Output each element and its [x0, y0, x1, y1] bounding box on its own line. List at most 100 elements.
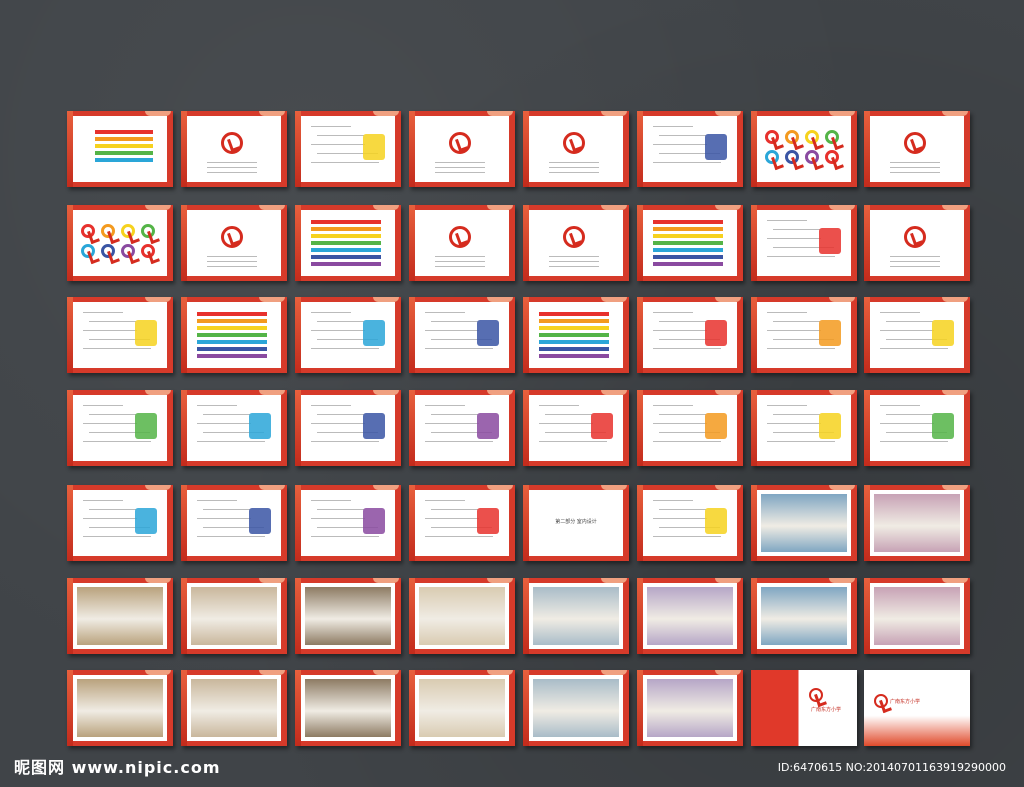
text-line — [549, 266, 599, 267]
sign-graphic — [477, 508, 499, 534]
color-logo-icon — [141, 244, 155, 258]
school-name: 广南东方小学 — [890, 699, 921, 705]
text-line — [653, 330, 707, 331]
color-stripe — [95, 137, 153, 141]
page-content — [415, 490, 509, 556]
brochure-page — [295, 485, 401, 561]
text-line — [880, 441, 948, 442]
color-logo-icon — [825, 130, 839, 144]
interior-photo — [761, 587, 847, 645]
color-stripe — [653, 248, 723, 252]
page-content — [757, 302, 851, 368]
interior-photo — [77, 679, 163, 737]
brochure-page — [864, 205, 970, 281]
brochure-page — [637, 205, 743, 281]
brochure-page — [181, 578, 287, 654]
text-line — [317, 414, 364, 415]
text-line — [880, 405, 920, 406]
text-line — [549, 172, 599, 173]
text-line — [83, 441, 151, 442]
color-logo-icon — [785, 130, 799, 144]
page-content — [301, 116, 395, 182]
color-logo-icon — [825, 150, 839, 164]
interior-photo — [77, 587, 163, 645]
sign-graphic — [135, 413, 157, 439]
school-logo-icon — [221, 226, 243, 248]
brochure-page — [751, 111, 857, 187]
brochure-page — [67, 111, 173, 187]
site-watermark: 昵图网 www.nipic.com — [14, 758, 221, 777]
brochure-page — [637, 390, 743, 466]
brochure-page — [523, 670, 629, 746]
text-line — [197, 423, 251, 424]
text-line — [880, 423, 934, 424]
text-line — [89, 509, 136, 510]
color-logo-icon — [101, 244, 115, 258]
text-line — [207, 167, 257, 168]
sign-graphic — [477, 320, 499, 346]
brochure-page — [409, 670, 515, 746]
page-content — [301, 395, 395, 461]
page-content — [73, 210, 167, 276]
image-id-watermark: ID:6470615 NO:20140701163919290000 — [777, 761, 1006, 774]
text-line — [890, 256, 940, 257]
page-content — [73, 395, 167, 461]
interior-photo — [305, 587, 391, 645]
text-line — [653, 518, 707, 519]
color-stripe — [311, 255, 381, 259]
text-line — [886, 321, 933, 322]
page-content — [757, 116, 851, 182]
color-stripe — [197, 333, 267, 337]
brochure-page — [67, 205, 173, 281]
sign-graphic — [363, 413, 385, 439]
text-line — [431, 321, 478, 322]
text-line — [653, 312, 693, 313]
text-line — [425, 500, 465, 501]
page-content — [415, 583, 509, 649]
page-content — [301, 583, 395, 649]
sign-graphic — [705, 134, 727, 160]
color-stripe — [653, 241, 723, 245]
brochure-page — [67, 670, 173, 746]
text-line — [89, 414, 136, 415]
brochure-page — [181, 485, 287, 561]
color-stripe — [539, 319, 609, 323]
page-content — [529, 583, 623, 649]
text-line — [311, 348, 379, 349]
interior-photo — [305, 679, 391, 737]
interior-photo — [191, 587, 277, 645]
brochure-page — [751, 578, 857, 654]
text-line — [767, 330, 821, 331]
color-logo-icon — [81, 244, 95, 258]
sign-graphic — [363, 320, 385, 346]
school-logo-icon — [809, 688, 823, 702]
brochure-page — [751, 205, 857, 281]
text-line — [197, 500, 237, 501]
page-content — [643, 210, 737, 276]
page-content — [301, 490, 395, 556]
text-line — [773, 229, 820, 230]
text-line — [425, 518, 479, 519]
brochure-page — [751, 390, 857, 466]
text-line — [659, 509, 706, 510]
page-content — [643, 116, 737, 182]
text-line — [425, 312, 465, 313]
text-line — [83, 312, 123, 313]
sign-graphic — [932, 413, 954, 439]
text-line — [890, 266, 940, 267]
color-stripe — [95, 158, 153, 162]
text-line — [207, 266, 257, 267]
page-content — [757, 395, 851, 461]
text-line — [311, 162, 379, 163]
page-content — [870, 583, 964, 649]
text-line — [890, 162, 940, 163]
text-line — [311, 518, 365, 519]
page-content — [415, 395, 509, 461]
page-content — [870, 302, 964, 368]
brochure-page — [181, 111, 287, 187]
brochure-page — [409, 111, 515, 187]
page-content — [73, 302, 167, 368]
brochure-page — [637, 578, 743, 654]
sign-graphic — [477, 413, 499, 439]
text-line — [773, 414, 820, 415]
